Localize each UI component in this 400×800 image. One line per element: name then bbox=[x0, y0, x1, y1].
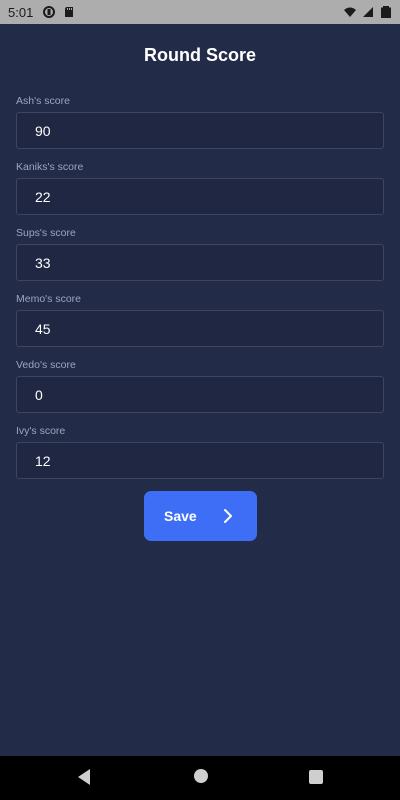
score-field-label: Vedo's score bbox=[16, 359, 76, 371]
back-icon[interactable] bbox=[76, 768, 92, 786]
wifi-icon bbox=[344, 7, 356, 17]
score-field-label: Sups's score bbox=[16, 227, 76, 239]
page-title: Round Score bbox=[143, 45, 256, 65]
save-button[interactable]: Save bbox=[144, 491, 257, 541]
score-field-label: Ash's score bbox=[16, 95, 70, 107]
score-field-ivy: Ivy's score bbox=[16, 424, 384, 479]
score-input[interactable] bbox=[16, 310, 384, 347]
status-bar: 5:01 bbox=[0, 0, 400, 24]
score-field-label: Kaniks's score bbox=[16, 161, 84, 173]
score-field-memo: Memo's score bbox=[16, 292, 384, 347]
score-field-vedo: Vedo's score bbox=[16, 358, 384, 413]
score-input[interactable] bbox=[16, 244, 384, 281]
save-button-label: Save bbox=[164, 508, 197, 524]
navigation-bar bbox=[0, 756, 400, 800]
home-icon[interactable] bbox=[193, 768, 209, 784]
score-field-sups: Sups's score bbox=[16, 226, 384, 281]
score-field-label: Ivy's score bbox=[16, 425, 66, 437]
chevron-right-icon bbox=[224, 509, 232, 523]
score-field-label: Memo's score bbox=[16, 293, 82, 305]
score-input[interactable] bbox=[16, 112, 384, 149]
sd-card-icon bbox=[65, 7, 74, 17]
recents-icon[interactable] bbox=[309, 770, 323, 784]
score-input[interactable] bbox=[16, 442, 384, 479]
score-field-ash: Ash's score bbox=[16, 94, 384, 149]
round-score-screen: Round Score Ash's score Kaniks's score S… bbox=[0, 24, 400, 756]
score-input[interactable] bbox=[16, 178, 384, 215]
data-saver-icon bbox=[43, 6, 56, 18]
battery-icon bbox=[381, 6, 391, 18]
status-time: 5:01 bbox=[8, 4, 34, 20]
signal-icon bbox=[363, 7, 373, 17]
score-input[interactable] bbox=[16, 376, 384, 413]
score-field-kaniks: Kaniks's score bbox=[16, 160, 384, 215]
